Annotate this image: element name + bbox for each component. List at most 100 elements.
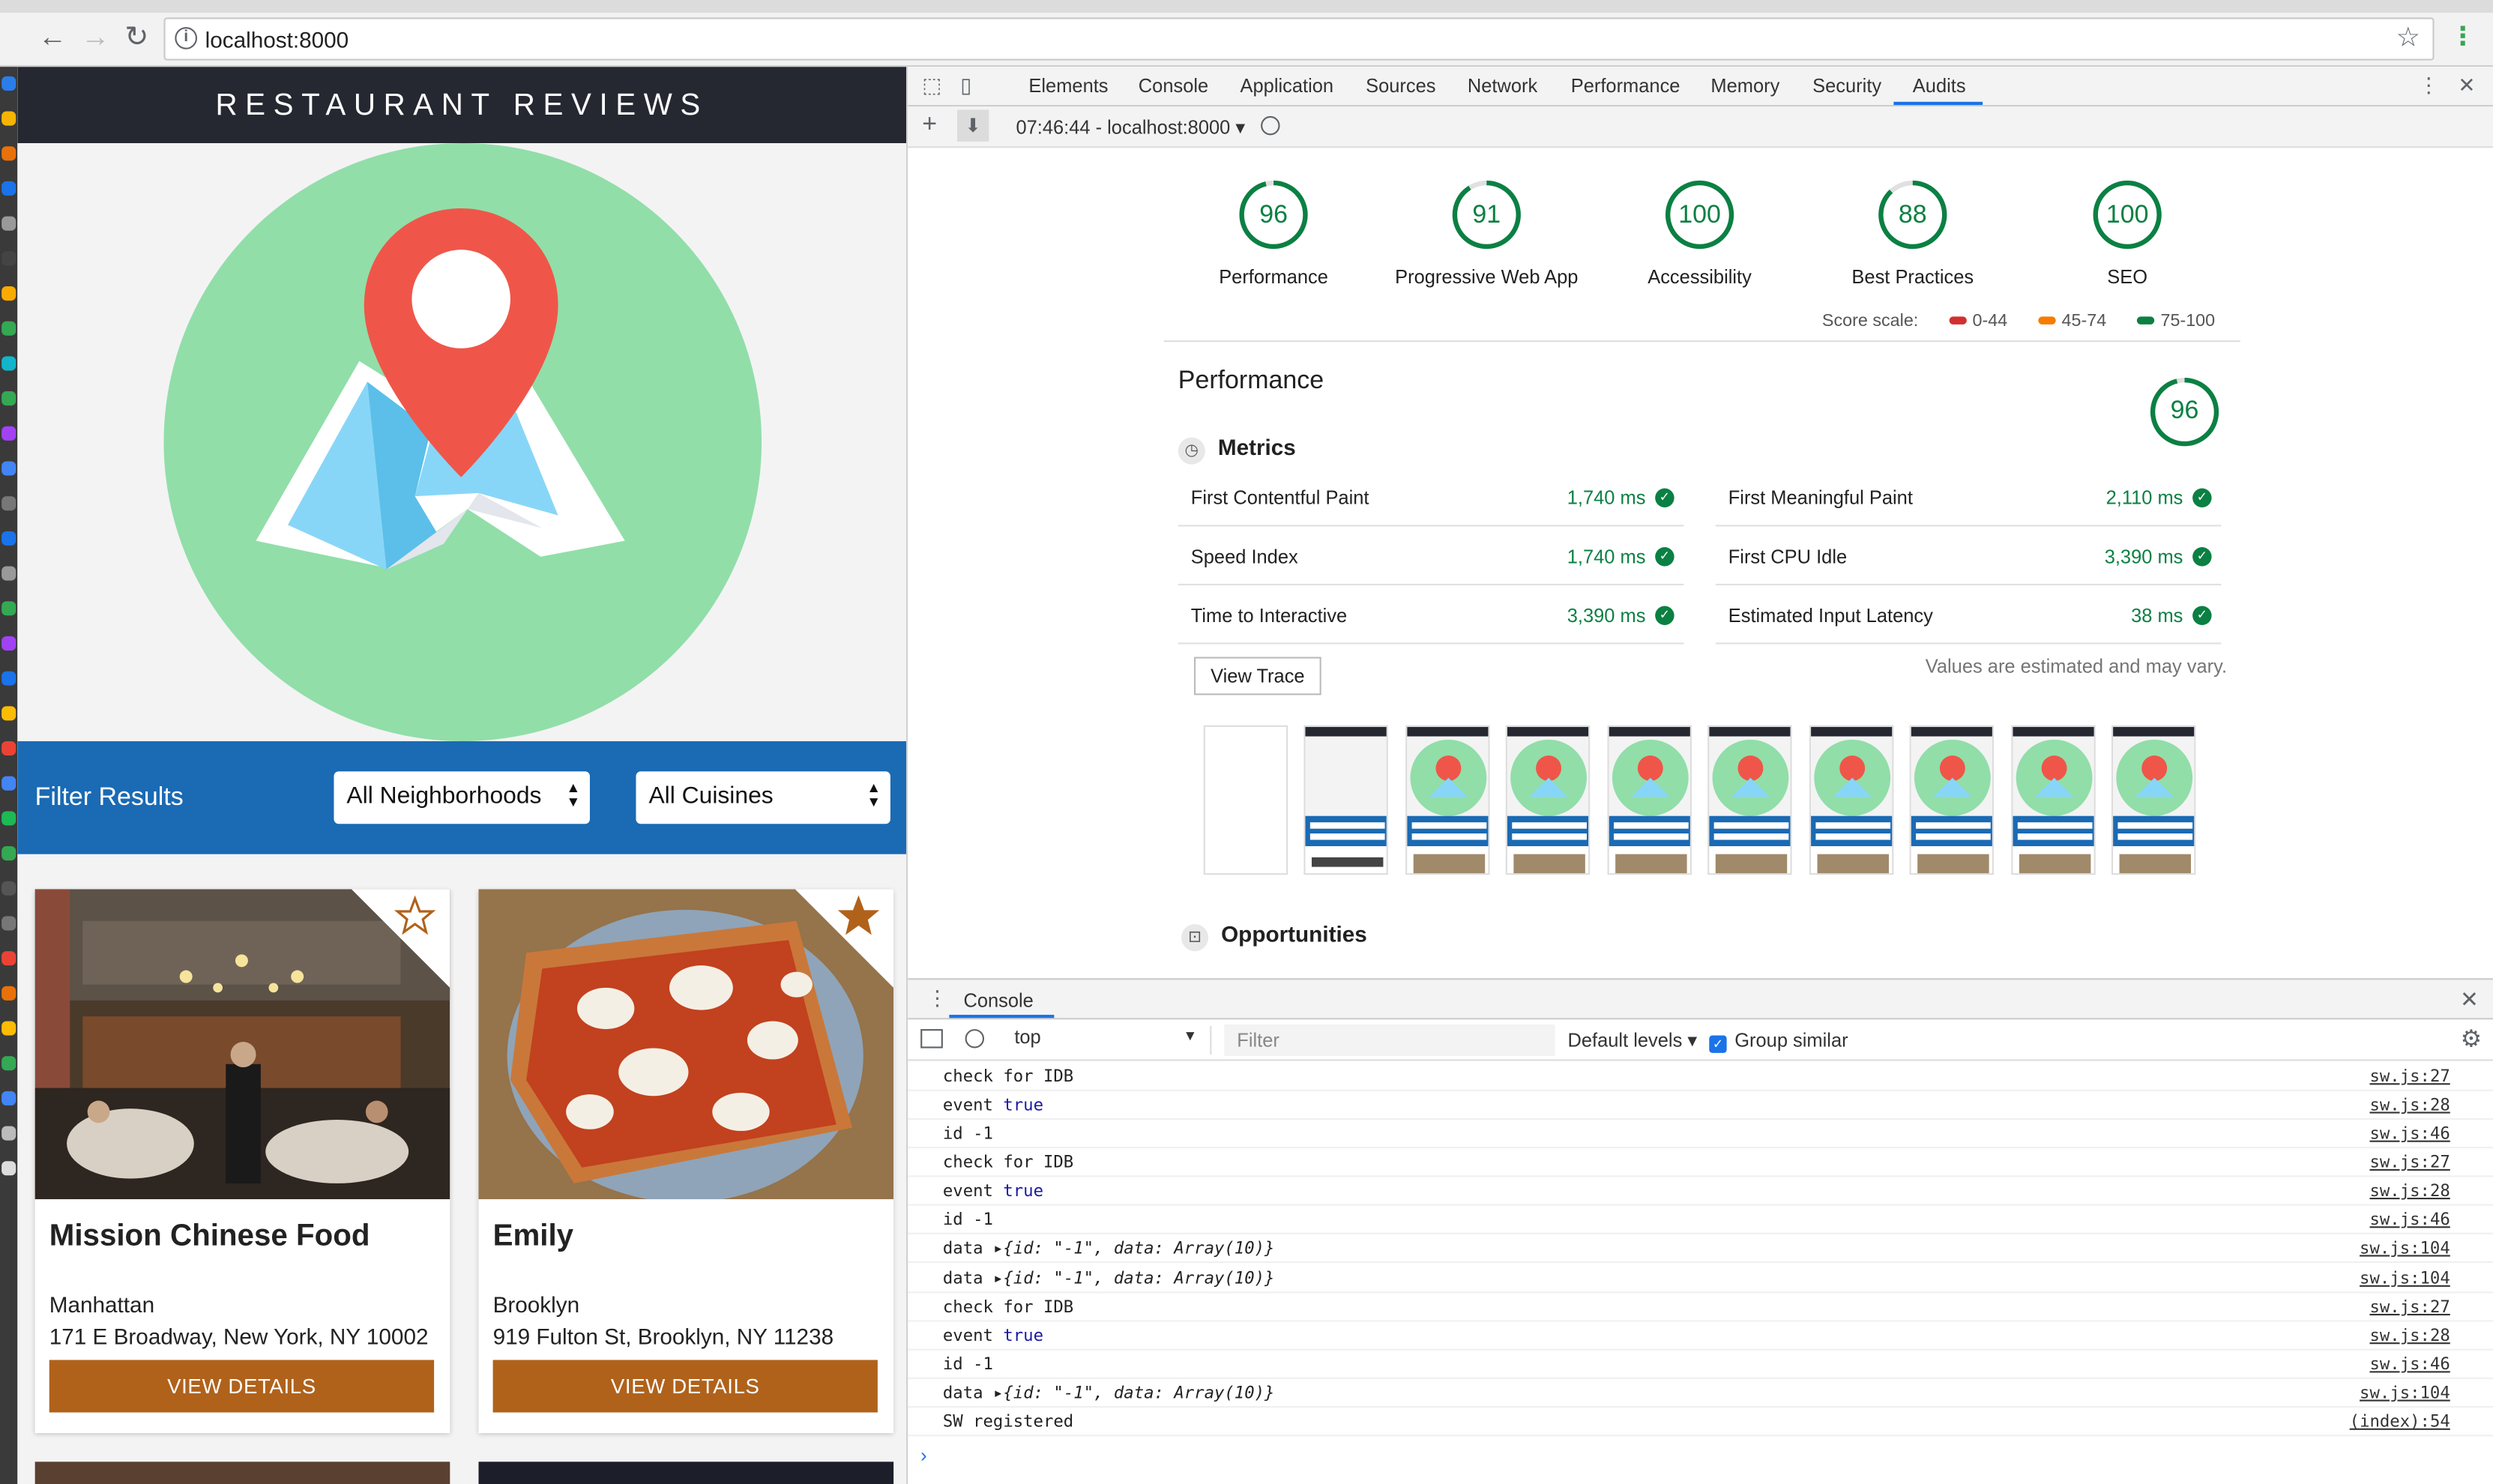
log-source-link[interactable]: sw.js:46 [2369, 1355, 2450, 1374]
drawer-menu-icon[interactable]: ⋮ [927, 986, 948, 1012]
dock-app-icon[interactable] [1, 811, 16, 826]
neighborhoods-select[interactable]: All Neighborhoods ▲ ▼ [334, 771, 590, 824]
tab-application[interactable]: Application [1241, 75, 1334, 97]
dock-app-icon[interactable] [1, 986, 16, 1001]
dock-app-icon[interactable] [1, 1021, 16, 1036]
clear-reports-icon[interactable] [1261, 115, 1280, 136]
log-source-link[interactable]: (index):54 [2350, 1413, 2450, 1432]
gear-icon[interactable]: ⚙ [2461, 1025, 2483, 1053]
score-gauge[interactable]: 100 Accessibility [1588, 178, 1811, 288]
devtools-menu-icon[interactable]: ⋮ [2418, 73, 2439, 99]
tab-memory[interactable]: Memory [1710, 75, 1779, 97]
expand-triangle-icon[interactable]: ▸ [993, 1239, 1003, 1258]
dock-app-icon[interactable] [1, 111, 16, 126]
console-prompt[interactable]: › [920, 1444, 926, 1467]
back-icon[interactable]: ← [35, 19, 70, 54]
dock-app-icon[interactable] [1, 1056, 16, 1071]
sidebar-toggle-icon[interactable] [920, 1029, 943, 1049]
log-source-link[interactable]: sw.js:28 [2369, 1096, 2450, 1114]
inspect-element-icon[interactable]: ⬚ [922, 73, 941, 99]
log-source-link[interactable]: sw.js:104 [2360, 1270, 2450, 1288]
address-bar[interactable]: i localhost:8000 [163, 17, 2435, 61]
url-text[interactable]: localhost:8000 [205, 27, 349, 52]
forward-icon[interactable]: → [78, 19, 113, 54]
context-select[interactable]: top ▼ [1003, 1025, 1212, 1055]
new-audit-icon[interactable]: + [922, 112, 937, 140]
download-report-icon[interactable]: ⬇ [956, 109, 989, 142]
view-trace-button[interactable]: View Trace [1194, 657, 1321, 696]
dock-app-icon[interactable] [1, 601, 16, 616]
log-source-link[interactable]: sw.js:104 [2360, 1384, 2450, 1402]
dock-app-icon[interactable] [1, 671, 16, 686]
map-placeholder[interactable] [17, 142, 907, 741]
dock-app-icon[interactable] [1, 881, 16, 896]
dock-app-icon[interactable] [1, 496, 16, 511]
dock-app-icon[interactable] [1, 251, 16, 266]
score-gauge[interactable]: 96 Performance [1163, 178, 1385, 288]
site-title[interactable]: RESTAURANT REVIEWS [17, 89, 906, 124]
dock-app-icon[interactable] [1, 146, 16, 161]
close-drawer-icon[interactable]: ✕ [2460, 986, 2479, 1013]
score-gauge[interactable]: 91 Progressive Web App [1375, 178, 1598, 288]
dock-app-icon[interactable] [1, 216, 16, 231]
expand-triangle-icon[interactable]: ▸ [993, 1384, 1003, 1402]
log-object[interactable]: {id: "-1", data: Array(10)} [1003, 1384, 1274, 1402]
dock-app-icon[interactable] [1, 531, 16, 546]
dock-app-icon[interactable] [1, 566, 16, 581]
tab-audits[interactable]: Audits [1913, 75, 1966, 97]
view-details-button[interactable]: VIEW DETAILS [492, 1360, 878, 1413]
view-details-button[interactable]: VIEW DETAILS [49, 1360, 435, 1413]
log-source-link[interactable]: sw.js:28 [2369, 1182, 2450, 1201]
drawer-tab-console[interactable]: Console [963, 989, 1033, 1012]
browser-menu-icon[interactable]: ⋮ [2450, 21, 2476, 52]
dock-app-icon[interactable] [1, 356, 16, 371]
report-select[interactable]: 07:46:44 - localhost:8000 ▾ [1016, 116, 1245, 139]
log-source-link[interactable]: sw.js:104 [2360, 1239, 2450, 1258]
dock-app-icon[interactable] [1, 391, 16, 406]
score-gauge[interactable]: 100 SEO [2016, 178, 2239, 288]
dock-app-icon[interactable] [1, 1091, 16, 1106]
info-icon[interactable]: i [175, 27, 198, 49]
expand-triangle-icon[interactable]: ▸ [993, 1270, 1003, 1288]
favorite-star-icon[interactable] [795, 889, 894, 988]
console-filter-input[interactable]: Filter [1224, 1024, 1555, 1057]
dock-app-icon[interactable] [1, 286, 16, 301]
tab-elements[interactable]: Elements [1028, 75, 1108, 97]
tab-strip[interactable] [0, 0, 2493, 13]
dock-app-icon[interactable] [1, 1126, 16, 1141]
dock-app-icon[interactable] [1, 636, 16, 651]
dock-app-icon[interactable] [1, 846, 16, 861]
dock-app-icon[interactable] [1, 916, 16, 931]
favorite-star-icon[interactable] [351, 889, 450, 988]
tab-console[interactable]: Console [1139, 75, 1208, 97]
tab-performance[interactable]: Performance [1571, 75, 1680, 97]
log-source-link[interactable]: sw.js:28 [2369, 1327, 2450, 1345]
reload-icon[interactable]: ↻ [119, 19, 154, 54]
close-devtools-icon[interactable]: ✕ [2458, 73, 2475, 99]
log-object[interactable]: {id: "-1", data: Array(10)} [1003, 1239, 1274, 1258]
log-source-link[interactable]: sw.js:27 [2369, 1153, 2450, 1172]
group-similar-checkbox[interactable]: ✓ Group similar [1709, 1029, 1848, 1053]
dock-app-icon[interactable] [1, 76, 16, 91]
score-gauge[interactable]: 88 Best Practices [1801, 178, 2024, 288]
performance-score-gauge[interactable]: 96 [2148, 375, 2222, 456]
dock-app-icon[interactable] [1, 461, 16, 476]
dock-app-icon[interactable] [1, 426, 16, 441]
tab-network[interactable]: Network [1468, 75, 1537, 97]
dock-app-icon[interactable] [1, 741, 16, 756]
bookmark-star-icon[interactable]: ☆ [2396, 22, 2420, 54]
dock-app-icon[interactable] [1, 321, 16, 336]
log-levels-select[interactable]: Default levels ▾ [1568, 1029, 1698, 1052]
clear-console-icon[interactable] [965, 1029, 985, 1049]
device-toolbar-icon[interactable]: ▯ [960, 73, 971, 99]
dock-app-icon[interactable] [1, 776, 16, 791]
log-source-link[interactable]: sw.js:46 [2369, 1124, 2450, 1143]
dock-app-icon[interactable] [1, 951, 16, 966]
log-source-link[interactable]: sw.js:27 [2369, 1298, 2450, 1317]
dock-app-icon[interactable] [1, 1161, 16, 1176]
log-source-link[interactable]: sw.js:27 [2369, 1067, 2450, 1086]
cuisines-select[interactable]: All Cuisines ▲ ▼ [636, 771, 890, 824]
tab-security[interactable]: Security [1812, 75, 1881, 97]
log-source-link[interactable]: sw.js:46 [2369, 1210, 2450, 1229]
log-object[interactable]: {id: "-1", data: Array(10)} [1003, 1270, 1274, 1288]
